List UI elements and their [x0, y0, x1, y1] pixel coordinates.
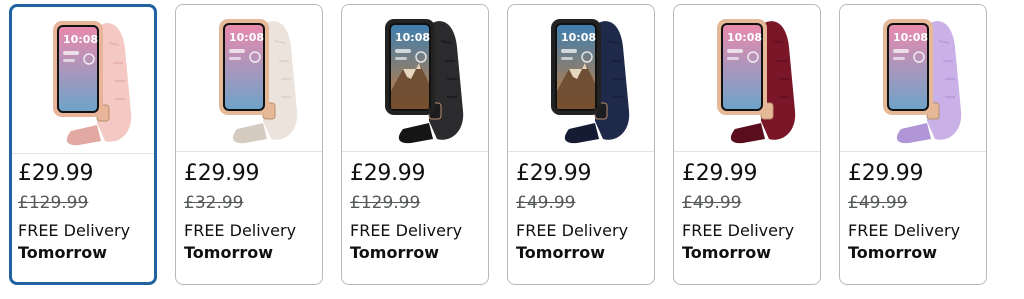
- svg-text:10:08: 10:08: [561, 31, 596, 44]
- product-image-area[interactable]: 10:08: [176, 5, 322, 152]
- smartwatch-image: 10:08: [883, 19, 962, 144]
- delivery-label: FREE Delivery: [350, 221, 463, 240]
- smartwatch-image: 10:08: [219, 19, 298, 144]
- smartwatch-image: 10:08: [385, 19, 464, 144]
- product-info: £29.99 £32.99 FREE Delivery Tomorrow: [184, 160, 318, 264]
- product-image-area[interactable]: 10:08: [12, 7, 154, 154]
- delivery-day: Tomorrow: [18, 243, 107, 262]
- price: £29.99: [18, 161, 94, 186]
- delivery-label: FREE Delivery: [682, 221, 795, 240]
- delivery-label: FREE Delivery: [848, 221, 961, 240]
- delivery-day: Tomorrow: [516, 243, 605, 262]
- delivery-day: Tomorrow: [848, 243, 937, 262]
- list-price: £32.99: [184, 193, 244, 213]
- price: £29.99: [682, 161, 758, 186]
- svg-text:10:08: 10:08: [395, 31, 430, 44]
- product-card[interactable]: 10:08 £29.99 £129.99 FREE Delivery Tomor…: [9, 4, 157, 285]
- product-card[interactable]: 10:08 £29.99 £49.99 FREE Delivery Tomorr…: [839, 4, 987, 285]
- product-card[interactable]: 10:08 £29.99 £49.99 FREE Delivery Tomorr…: [673, 4, 821, 285]
- price: £29.99: [848, 161, 924, 186]
- price: £29.99: [184, 161, 260, 186]
- svg-text:10:08: 10:08: [63, 33, 98, 46]
- product-image-area[interactable]: 10:08: [674, 5, 820, 152]
- product-info: £29.99 £49.99 FREE Delivery Tomorrow: [516, 160, 650, 264]
- product-image-area[interactable]: 10:08: [508, 5, 654, 152]
- product-carousel: 10:08 £29.99 £129.99 FREE Delivery Tomor…: [0, 0, 1024, 299]
- product-image-area[interactable]: 10:08: [840, 5, 986, 152]
- product-info: £29.99 £49.99 FREE Delivery Tomorrow: [848, 160, 982, 264]
- svg-text:10:08: 10:08: [229, 31, 264, 44]
- svg-text:10:08: 10:08: [727, 31, 762, 44]
- list-price: £49.99: [848, 193, 908, 213]
- price: £29.99: [350, 161, 426, 186]
- product-card[interactable]: 10:08 £29.99 £129.99 FREE Delivery Tomor…: [341, 4, 489, 285]
- smartwatch-image: 10:08: [717, 19, 796, 144]
- product-info: £29.99 £129.99 FREE Delivery Tomorrow: [18, 160, 150, 264]
- list-price: £49.99: [682, 193, 742, 213]
- product-info: £29.99 £49.99 FREE Delivery Tomorrow: [682, 160, 816, 264]
- product-image-area[interactable]: 10:08: [342, 5, 488, 152]
- product-card[interactable]: 10:08 £29.99 £32.99 FREE Delivery Tomorr…: [175, 4, 323, 285]
- delivery-label: FREE Delivery: [184, 221, 297, 240]
- smartwatch-image: 10:08: [551, 19, 630, 144]
- svg-text:10:08: 10:08: [893, 31, 928, 44]
- list-price: £49.99: [516, 193, 576, 213]
- product-card[interactable]: 10:08 £29.99 £49.99 FREE Delivery Tomorr…: [507, 4, 655, 285]
- delivery-day: Tomorrow: [682, 243, 771, 262]
- delivery-day: Tomorrow: [184, 243, 273, 262]
- delivery-day: Tomorrow: [350, 243, 439, 262]
- delivery-label: FREE Delivery: [18, 221, 131, 240]
- list-price: £129.99: [350, 193, 421, 213]
- smartwatch-image: 10:08: [53, 21, 132, 146]
- delivery-label: FREE Delivery: [516, 221, 629, 240]
- list-price: £129.99: [18, 193, 89, 213]
- product-info: £29.99 £129.99 FREE Delivery Tomorrow: [350, 160, 484, 264]
- price: £29.99: [516, 161, 592, 186]
